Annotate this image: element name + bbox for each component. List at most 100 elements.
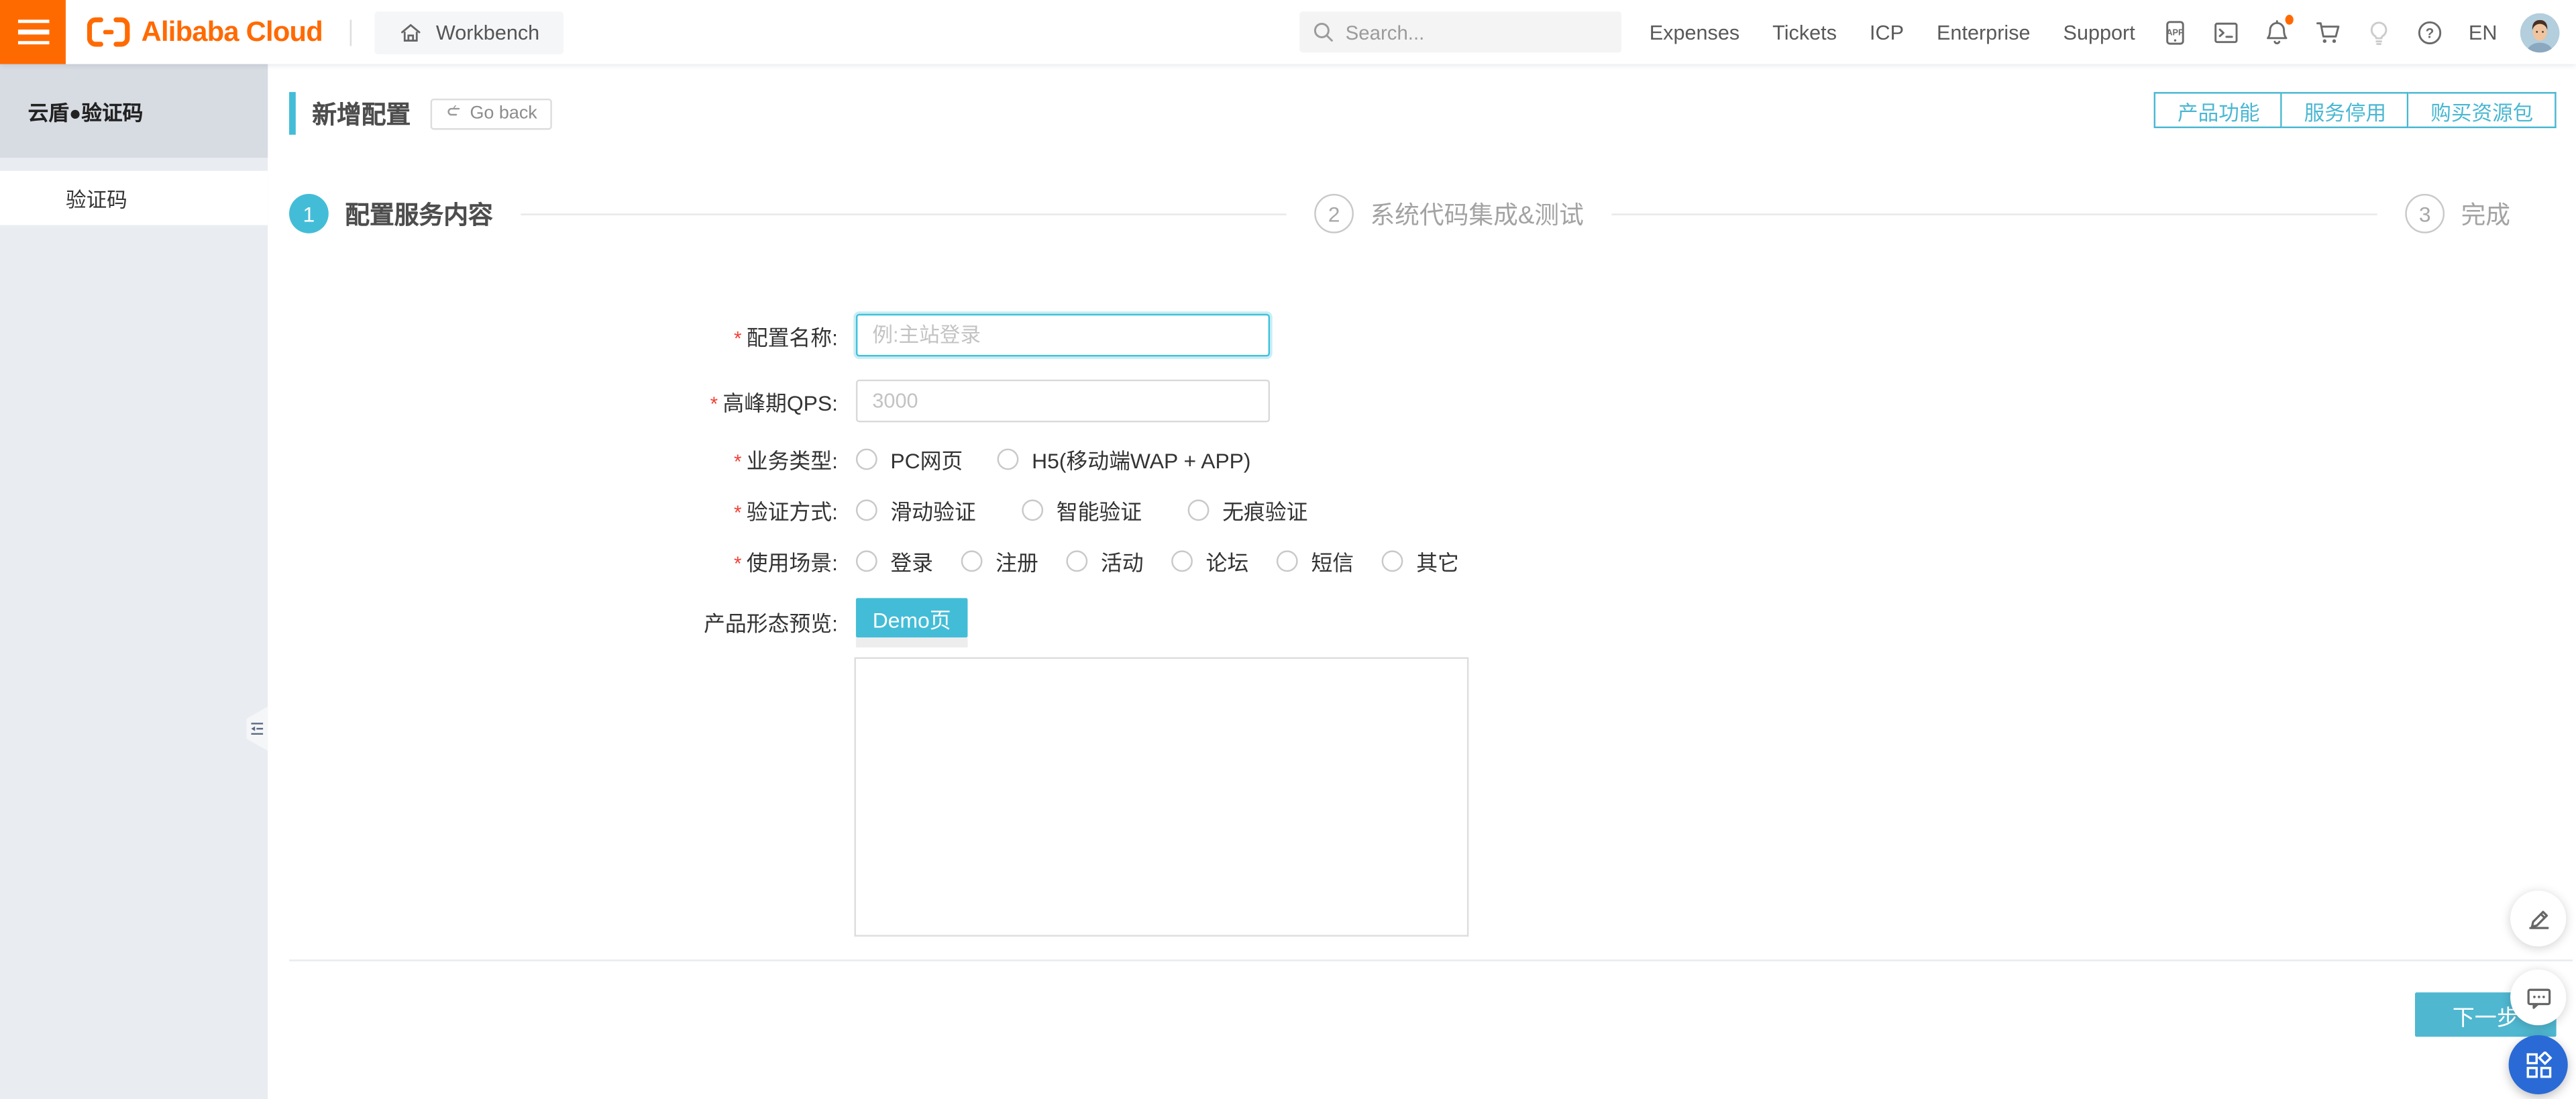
radio-pc-web[interactable]: PC网页 — [855, 443, 963, 475]
header-icons: APP ? — [2161, 15, 2445, 46]
demo-tab-cell: Demo页 — [855, 598, 968, 647]
language-selector[interactable]: EN — [2469, 21, 2498, 44]
form-row-use-scenario: * 使用场景: 登录 注册 活动 论坛 短信 其它 — [268, 545, 2576, 577]
required-mark: * — [710, 392, 718, 415]
user-avatar[interactable] — [2520, 12, 2560, 52]
mini-apps-floating-button[interactable] — [2508, 1035, 2568, 1095]
peak-qps-input[interactable] — [855, 379, 1271, 423]
sidebar-collapse-handle[interactable] — [246, 706, 268, 751]
brand-text: Alibaba Cloud — [141, 15, 323, 47]
config-name-input[interactable] — [855, 313, 1271, 357]
form-row-verify-method: * 验证方式: 滑动验证 智能验证 无痕验证 — [268, 494, 2576, 526]
notification-badge-dot — [2284, 15, 2293, 25]
config-name-label: * 配置名称: — [733, 324, 838, 350]
nav-expenses[interactable]: Expenses — [1650, 21, 1739, 44]
required-mark: * — [733, 501, 742, 525]
radio-invisible-verify[interactable]: 无痕验证 — [1187, 494, 1308, 526]
product-preview-label: 产品形态预览: — [704, 611, 838, 636]
alibaba-cloud-logo[interactable]: Alibaba Cloud — [87, 15, 323, 48]
main-content: 新增配置 Go back 产品功能 服务停用 购买资源包 1 配置服务内容 2 … — [268, 64, 2576, 1099]
required-mark: * — [733, 326, 742, 350]
radio-circle — [1187, 499, 1210, 521]
notifications-bell-icon[interactable] — [2263, 15, 2293, 46]
step-2: 2 系统代码集成&测试 — [1314, 193, 1584, 233]
radio-circle — [961, 550, 983, 572]
form-row-product-preview: 产品形态预览: Demo页 — [268, 598, 2576, 647]
workbench-label: Workbench — [435, 20, 540, 44]
nav-tickets[interactable]: Tickets — [1772, 21, 1837, 44]
go-back-label: Go back — [470, 103, 537, 123]
mobile-app-icon[interactable]: APP — [2161, 18, 2190, 46]
verify-method-label: * 验证方式: — [733, 499, 838, 525]
radio-register[interactable]: 注册 — [961, 545, 1038, 577]
sidebar-product-title: 云盾●验证码 — [0, 64, 268, 158]
lightbulb-icon[interactable] — [2365, 18, 2394, 46]
nav-support[interactable]: Support — [2063, 21, 2135, 44]
go-back-button[interactable]: Go back — [430, 97, 552, 129]
header-nav: Expenses Tickets ICP Enterprise Support — [1650, 21, 2135, 44]
feedback-chat-floating-button[interactable] — [2510, 969, 2567, 1026]
step-2-label: 系统代码集成&测试 — [1370, 201, 1584, 229]
radio-circle — [1022, 499, 1044, 521]
step-1-number: 1 — [289, 193, 329, 233]
radio-smart-verify[interactable]: 智能验证 — [1022, 494, 1142, 526]
shopping-cart-icon[interactable] — [2314, 18, 2343, 46]
radio-h5[interactable]: H5(移动端WAP + APP) — [997, 443, 1251, 475]
business-type-label: * 业务类型: — [733, 448, 838, 474]
page-action-buttons: 产品功能 服务停用 购买资源包 — [2154, 92, 2557, 129]
step-1-label: 配置服务内容 — [345, 201, 493, 229]
header-divider — [350, 19, 353, 46]
feedback-edit-floating-button[interactable] — [2510, 890, 2567, 947]
peak-qps-label: * 高峰期QPS: — [710, 390, 838, 415]
terminal-icon[interactable] — [2212, 18, 2241, 46]
search-icon — [1313, 21, 1334, 43]
radio-circle — [1381, 550, 1403, 572]
pencil-icon — [2524, 904, 2553, 933]
page-header: 新增配置 Go back 产品功能 服务停用 购买资源包 — [268, 64, 2576, 135]
radio-circle — [997, 448, 1019, 470]
radio-login[interactable]: 登录 — [855, 545, 933, 577]
form-row-peak-qps: * 高峰期QPS: — [268, 379, 2576, 423]
use-scenario-label: * 使用场景: — [733, 550, 838, 576]
step-3: 3 完成 — [2405, 193, 2511, 233]
step-1: 1 配置服务内容 — [289, 193, 493, 233]
disable-service-button[interactable]: 服务停用 — [2282, 92, 2410, 129]
content-bottom-divider — [289, 959, 2573, 961]
radio-sms[interactable]: 短信 — [1277, 545, 1354, 577]
top-header: Alibaba Cloud Workbench Expe — [0, 0, 2576, 64]
alibaba-cloud-console: Alibaba Cloud Workbench Expe — [0, 0, 2576, 1099]
radio-circle — [1066, 550, 1088, 572]
captcha-preview-panel — [854, 657, 1469, 937]
radio-slide-verify[interactable]: 滑动验证 — [855, 494, 976, 526]
sidebar-item-captcha[interactable]: 验证码 — [0, 170, 268, 225]
search-input[interactable] — [1345, 20, 1593, 44]
help-icon[interactable]: ? — [2416, 18, 2445, 46]
chat-bubble-icon — [2524, 984, 2553, 1012]
app-grid-icon — [2524, 1051, 2553, 1079]
workbench-button[interactable]: Workbench — [375, 10, 564, 54]
step-connector-1 — [521, 213, 1287, 215]
demo-page-tab-button[interactable]: Demo页 — [855, 598, 968, 638]
radio-forum[interactable]: 论坛 — [1171, 545, 1248, 577]
radio-activity[interactable]: 活动 — [1066, 545, 1144, 577]
radio-circle — [855, 448, 877, 470]
step-3-number: 3 — [2405, 193, 2445, 233]
config-form: *配置名称: *高峰期QPS: *业务类型: PC网页 — [268, 313, 2576, 937]
form-row-business-type: * 业务类型: PC网页 H5(移动端WAP + APP) — [268, 443, 2576, 475]
nav-icp[interactable]: ICP — [1870, 21, 1904, 44]
alibaba-logo-icon — [87, 16, 130, 48]
step-3-label: 完成 — [2461, 201, 2511, 229]
page-title: 新增配置 — [312, 101, 411, 129]
svg-text:?: ? — [2426, 25, 2434, 40]
radio-circle — [1171, 550, 1193, 572]
home-icon — [400, 21, 423, 44]
header-search[interactable] — [1299, 11, 1622, 53]
hamburger-menu-button[interactable] — [0, 0, 66, 64]
radio-other[interactable]: 其它 — [1381, 545, 1459, 577]
product-features-button[interactable]: 产品功能 — [2154, 92, 2283, 129]
required-mark: * — [733, 552, 742, 576]
step-2-number: 2 — [1314, 193, 1354, 233]
nav-enterprise[interactable]: Enterprise — [1937, 21, 2031, 44]
return-arrow-icon — [445, 105, 462, 121]
buy-resource-pack-button[interactable]: 购买资源包 — [2409, 92, 2557, 129]
